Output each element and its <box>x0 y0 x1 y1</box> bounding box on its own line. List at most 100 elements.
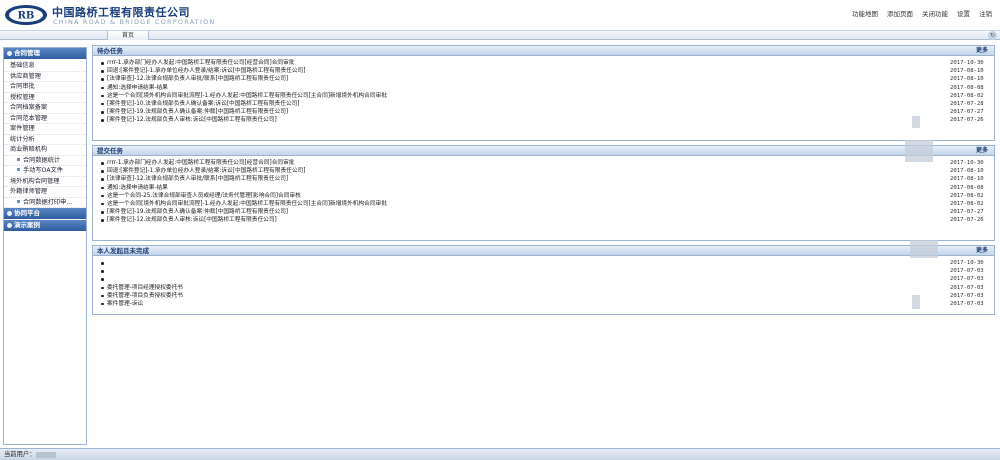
task-title[interactable]: rrrr-1.承办部门经办人发起:中国路桥工程有限责任公司[经营合同]合同审批 <box>107 159 294 167</box>
section-icon <box>7 50 12 56</box>
task-list: rrrr-1.承办部门经办人发起:中国路桥工程有限责任公司[经营合同]合同审批 2… <box>93 159 993 225</box>
bullet-icon <box>101 170 104 173</box>
refresh-icon[interactable]: ↻ <box>988 31 997 40</box>
task-row[interactable]: 这是一个合同-25.法律合规部审查人员或经理/法务代管理[影响合同]合同审核 20… <box>93 192 993 200</box>
task-row[interactable]: 通知:选择申请结果-结果 2017-08-08 <box>93 184 993 192</box>
task-row[interactable]: rrrr-1.承办部门经办人发起:中国路桥工程有限责任公司[经营合同]合同审批 2… <box>93 59 993 67</box>
task-date: 2017-07-03 <box>950 276 984 283</box>
task-title[interactable]: 回退:[案件登记]-1.承办单位经办人登录/结案:诉讼[中国路桥工程有限责任公司… <box>107 167 305 175</box>
redaction-block <box>910 240 938 258</box>
task-date: 2017-10-30 <box>950 260 984 266</box>
task-title[interactable]: [案件登记]-12.法规部负责人审核:诉讼[中国路桥工程有限责任公司] <box>107 116 277 124</box>
task-row[interactable]: 2017-07-03 <box>93 275 993 283</box>
task-row[interactable]: [案件登记]-19.法规部负责人确认备案:仲裁[中国路桥工程有限责任公司] 201… <box>93 108 993 116</box>
task-title[interactable]: [案件登记]-10.法律合规部负责人确认备案:诉讼[中国路桥工程有限责任公司] <box>107 100 300 108</box>
task-row[interactable]: [法律审查]-12.法律合规部负责人审批/联系[中国路桥工程有限责任公司] 201… <box>93 175 993 183</box>
sidebar-item-label: 合同数据统计 <box>23 156 61 164</box>
task-row[interactable]: 回退:[案件登记]-1.承办单位经办人登录/结案:诉讼[中国路桥工程有限责任公司… <box>93 167 993 175</box>
bullet-icon <box>101 262 104 265</box>
sidebar-item[interactable]: 供应商管理 <box>4 72 86 82</box>
close-function-link[interactable]: 关闭功能 <box>922 8 948 18</box>
task-row[interactable]: 案件管理-诉讼 2017-07-03 <box>93 300 993 308</box>
task-title[interactable]: 委托管理-项目经理授权委托书 <box>107 284 183 292</box>
sidebar-item[interactable]: 基础信息 <box>4 61 86 72</box>
task-title[interactable]: [法律审查]-12.法律合规部负责人审批/联系[中国路桥工程有限责任公司] <box>107 75 288 83</box>
logout-link[interactable]: 注销 <box>979 8 992 18</box>
section-icon <box>7 222 12 228</box>
task-title[interactable]: rrrr-1.承办部门经办人发起:中国路桥工程有限责任公司[经营合同]合同审批 <box>107 59 294 67</box>
task-row[interactable]: [案件登记]-12.法规部负责人审核:诉讼[中国路桥工程有限责任公司] 2017-… <box>93 216 993 224</box>
task-row[interactable]: [案件登记]-10.法律合规部负责人确认备案:诉讼[中国路桥工程有限责任公司] 2… <box>93 100 993 108</box>
task-row[interactable]: 委托管理-项目经理授权委托书 2017-07-03 <box>93 284 993 292</box>
sidebar-item[interactable]: 统计分析 <box>4 135 86 145</box>
tab-home[interactable]: 首页 <box>107 31 149 40</box>
panel-title: 待办任务 <box>97 47 123 55</box>
sidebar-item[interactable]: 外籍律师管理 <box>4 187 86 198</box>
add-page-link[interactable]: 添加页面 <box>887 8 913 18</box>
sidebar-item-label: 统计分析 <box>10 135 35 143</box>
sidebar-item[interactable]: 境外机构合同管理 <box>4 177 86 187</box>
task-title[interactable]: 这是一个合同-25.法律合规部审查人员或经理/法务代管理[影响合同]合同审核 <box>107 192 301 200</box>
task-date: 2017-08-10 <box>950 168 984 175</box>
bullet-icon <box>101 211 104 214</box>
task-row[interactable]: [法律审查]-12.法律合规部负责人审批/联系[中国路桥工程有限责任公司] 201… <box>93 75 993 83</box>
task-date: 2017-10-30 <box>950 60 984 66</box>
bullet-icon <box>101 102 104 106</box>
task-title[interactable]: [案件登记]-19.法规部负责人确认备案:仲裁[中国路桥工程有限责任公司] <box>107 108 288 116</box>
sidebar-item[interactable]: 合同范本管理 <box>4 114 86 124</box>
sidebar-item[interactable]: 合同数据打印申... <box>4 198 86 208</box>
sidebar-item[interactable]: 合同档案备案 <box>4 103 86 114</box>
sidebar-item[interactable]: 商业贿赂机构 <box>4 145 86 156</box>
task-row[interactable]: 委托管理-项目负责授权委托书 2017-07-03 <box>93 292 993 300</box>
task-row[interactable]: 通知:选择申请结果-结果 2017-08-08 <box>93 84 993 92</box>
sidebar-item-label: 外籍律师管理 <box>10 188 48 195</box>
panel-body: rrrr-1.承办部门经办人发起:中国路桥工程有限责任公司[经营合同]合同审批 2… <box>93 56 994 140</box>
task-title[interactable]: 这是一个合同[境外机构合同审批流程]-1.经办人发起:中国路桥工程有限责任公司[… <box>107 92 387 100</box>
task-date: 2017-08-08 <box>950 84 984 91</box>
panel-my-incomplete: 本人发起且未完成 更多 2017-10-30 2017-07-03 2017-07-… <box>92 245 995 315</box>
task-row[interactable]: rrrr-1.承办部门经办人发起:中国路桥工程有限责任公司[经营合同]合同审批 2… <box>93 159 993 167</box>
more-link[interactable]: 更多 <box>976 146 988 156</box>
panel-header: 提交任务 更多 <box>93 146 994 156</box>
sidebar-section-collab[interactable]: 协同平台 <box>4 208 86 219</box>
sidebar-section-contract[interactable]: 合同管理 <box>4 48 86 59</box>
task-title[interactable]: 案件管理-诉讼 <box>107 300 143 308</box>
bullet-icon <box>17 168 20 171</box>
settings-link[interactable]: 设置 <box>957 8 970 18</box>
more-link[interactable]: 更多 <box>976 46 988 56</box>
task-row[interactable]: 2017-07-03 <box>93 267 993 275</box>
bullet-icon <box>101 286 104 290</box>
sidebar-item[interactable]: 合同数据统计 <box>4 156 86 166</box>
task-date: 2017-07-03 <box>950 268 984 275</box>
task-title[interactable]: [案件登记]-19.法规部负责人确认备案:仲裁[中国路桥工程有限责任公司] <box>107 208 288 216</box>
task-title[interactable]: 通知:选择申请结果-结果 <box>107 184 168 192</box>
task-title[interactable]: [法律审查]-12.法律合规部负责人审批/联系[中国路桥工程有限责任公司] <box>107 175 288 183</box>
logo-text: RB <box>18 11 35 22</box>
task-title[interactable]: 回退:[案件登记]-1.承办单位经办人登录/结案:诉讼[中国路桥工程有限责任公司… <box>107 67 305 75</box>
sidebar-item[interactable]: 授权管理 <box>4 93 86 103</box>
panel-header: 本人发起且未完成 更多 <box>93 246 994 256</box>
task-row[interactable]: 这是一个合同[境外机构合同审批流程]-1.经办人发起:中国路桥工程有限责任公司[… <box>93 92 993 100</box>
app-header: RB 中国路桥工程有限责任公司 CHINA ROAD & BRIDGE CORP… <box>0 0 1000 30</box>
task-row[interactable]: 这是一个合同[境外机构合同审批流程]-1.经办人发起:中国路桥工程有限责任公司[… <box>93 200 993 208</box>
task-date: 2017-08-02 <box>950 200 984 207</box>
sidebar-item-label: 授权管理 <box>10 93 35 101</box>
function-map-link[interactable]: 功能地图 <box>852 8 878 18</box>
redaction-block <box>905 140 933 162</box>
sidebar-section-demo[interactable]: 演示案例 <box>4 220 86 231</box>
sidebar-item[interactable]: 案件管理 <box>4 124 86 135</box>
task-date: 2017-07-27 <box>950 109 984 116</box>
task-row[interactable]: [案件登记]-19.法规部负责人确认备案:仲裁[中国路桥工程有限责任公司] 201… <box>93 208 993 216</box>
sidebar-item[interactable]: 手动写OA文件 <box>4 166 86 177</box>
sidebar-item[interactable]: 合同审批 <box>4 82 86 93</box>
more-link[interactable]: 更多 <box>976 246 988 256</box>
task-title[interactable]: 委托管理-项目负责授权委托书 <box>107 292 183 300</box>
task-row[interactable]: [案件登记]-12.法规部负责人审核:诉讼[中国路桥工程有限责任公司] 2017-… <box>93 116 993 124</box>
sidebar: 合同管理 基础信息 供应商管理 合同审批 授权管理合同档案备案 合同范本管理 案件管理 统计… <box>3 47 87 445</box>
task-title[interactable]: [案件登记]-12.法规部负责人审核:诉讼[中国路桥工程有限责任公司] <box>107 216 277 224</box>
task-title[interactable]: 这是一个合同[境外机构合同审批流程]-1.经办人发起:中国路桥工程有限责任公司[… <box>107 200 387 208</box>
sidebar-item-label: 商业贿赂机构 <box>10 146 48 153</box>
task-row[interactable]: 2017-10-30 <box>93 259 993 267</box>
task-title[interactable]: 通知:选择申请结果-结果 <box>107 84 168 92</box>
task-row[interactable]: 回退:[案件登记]-1.承办单位经办人登录/结案:诉讼[中国路桥工程有限责任公司… <box>93 67 993 75</box>
